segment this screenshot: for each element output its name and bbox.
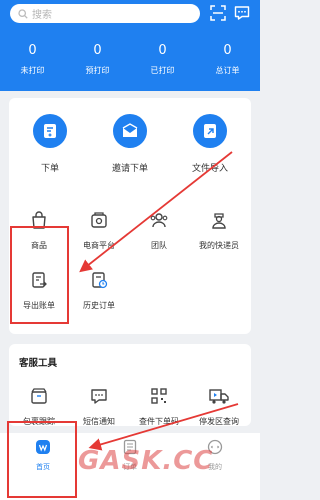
invite-order-icon <box>113 114 147 148</box>
invite-order-label: 邀请下单 <box>111 164 148 174</box>
file-import-icon <box>193 114 227 148</box>
highlight-box-home-tab <box>7 421 77 498</box>
truck-icon <box>209 389 229 404</box>
sms-icon <box>91 389 107 404</box>
order-stats: 0 未打印 0 预打印 0 已打印 0 总订单 <box>0 40 260 76</box>
place-order-button[interactable]: 下单 <box>18 114 82 174</box>
stat-total-orders[interactable]: 0 总订单 <box>195 40 260 76</box>
stat-value: 0 <box>158 43 167 58</box>
grid-item-history-orders[interactable]: 历史订单 <box>69 268 129 311</box>
package-icon <box>31 388 47 404</box>
place-order-icon <box>33 114 67 148</box>
file-import-button[interactable]: 文件导入 <box>178 114 242 174</box>
stat-preprinted[interactable]: 0 预打印 <box>65 40 130 76</box>
scan-icon[interactable] <box>210 5 226 21</box>
header-bar: 搜索 0 未打印 0 预打印 0 已打印 0 总订单 <box>0 0 260 91</box>
message-icon[interactable] <box>234 5 250 21</box>
search-bar[interactable]: 搜索 <box>10 4 200 23</box>
courier-icon <box>212 213 226 229</box>
stat-printed[interactable]: 0 已打印 <box>130 40 195 76</box>
section-title: 客服工具 <box>19 358 58 369</box>
stat-label: 已打印 <box>150 66 175 75</box>
watermark: GASK.CC <box>78 446 214 476</box>
grid-item-my-courier[interactable]: 我的快递员 <box>189 208 249 251</box>
stat-unprinted[interactable]: 0 未打印 <box>0 40 65 76</box>
highlight-box-export-bill <box>10 226 69 324</box>
tool-label: 查件下单码 <box>139 417 179 426</box>
search-placeholder: 搜索 <box>32 10 52 21</box>
store-icon <box>91 212 107 228</box>
tool-sms-notify[interactable]: 短信通知 <box>69 384 129 427</box>
search-icon <box>18 8 28 19</box>
stat-label: 总订单 <box>215 66 240 75</box>
qr-code-icon <box>151 388 167 404</box>
grid-item-team[interactable]: 团队 <box>129 208 189 251</box>
grid-item-label: 历史订单 <box>83 301 115 310</box>
grid-item-label: 电商平台 <box>83 241 115 250</box>
invite-order-button[interactable]: 邀请下单 <box>98 114 162 174</box>
grid-item-ecommerce[interactable]: 电商平台 <box>69 208 129 251</box>
tool-label: 短信通知 <box>83 417 115 426</box>
stat-value: 0 <box>223 43 232 58</box>
service-tools-card: 客服工具 包裹跟踪 短信通知 查件下单码 停发区查询 <box>9 344 251 426</box>
team-icon <box>150 213 168 228</box>
grid-item-label: 团队 <box>151 241 167 250</box>
stat-value: 0 <box>28 43 37 58</box>
grid-item-label: 我的快递员 <box>199 241 239 250</box>
stat-label: 预打印 <box>85 66 110 75</box>
history-orders-icon <box>92 272 108 289</box>
tool-query-code[interactable]: 查件下单码 <box>129 384 189 427</box>
stat-value: 0 <box>93 43 102 58</box>
stat-label: 未打印 <box>20 66 45 75</box>
tool-suspended-area-query[interactable]: 停发区查询 <box>189 384 249 427</box>
place-order-label: 下单 <box>40 164 59 174</box>
tool-label: 停发区查询 <box>199 417 239 426</box>
file-import-label: 文件导入 <box>191 164 228 174</box>
